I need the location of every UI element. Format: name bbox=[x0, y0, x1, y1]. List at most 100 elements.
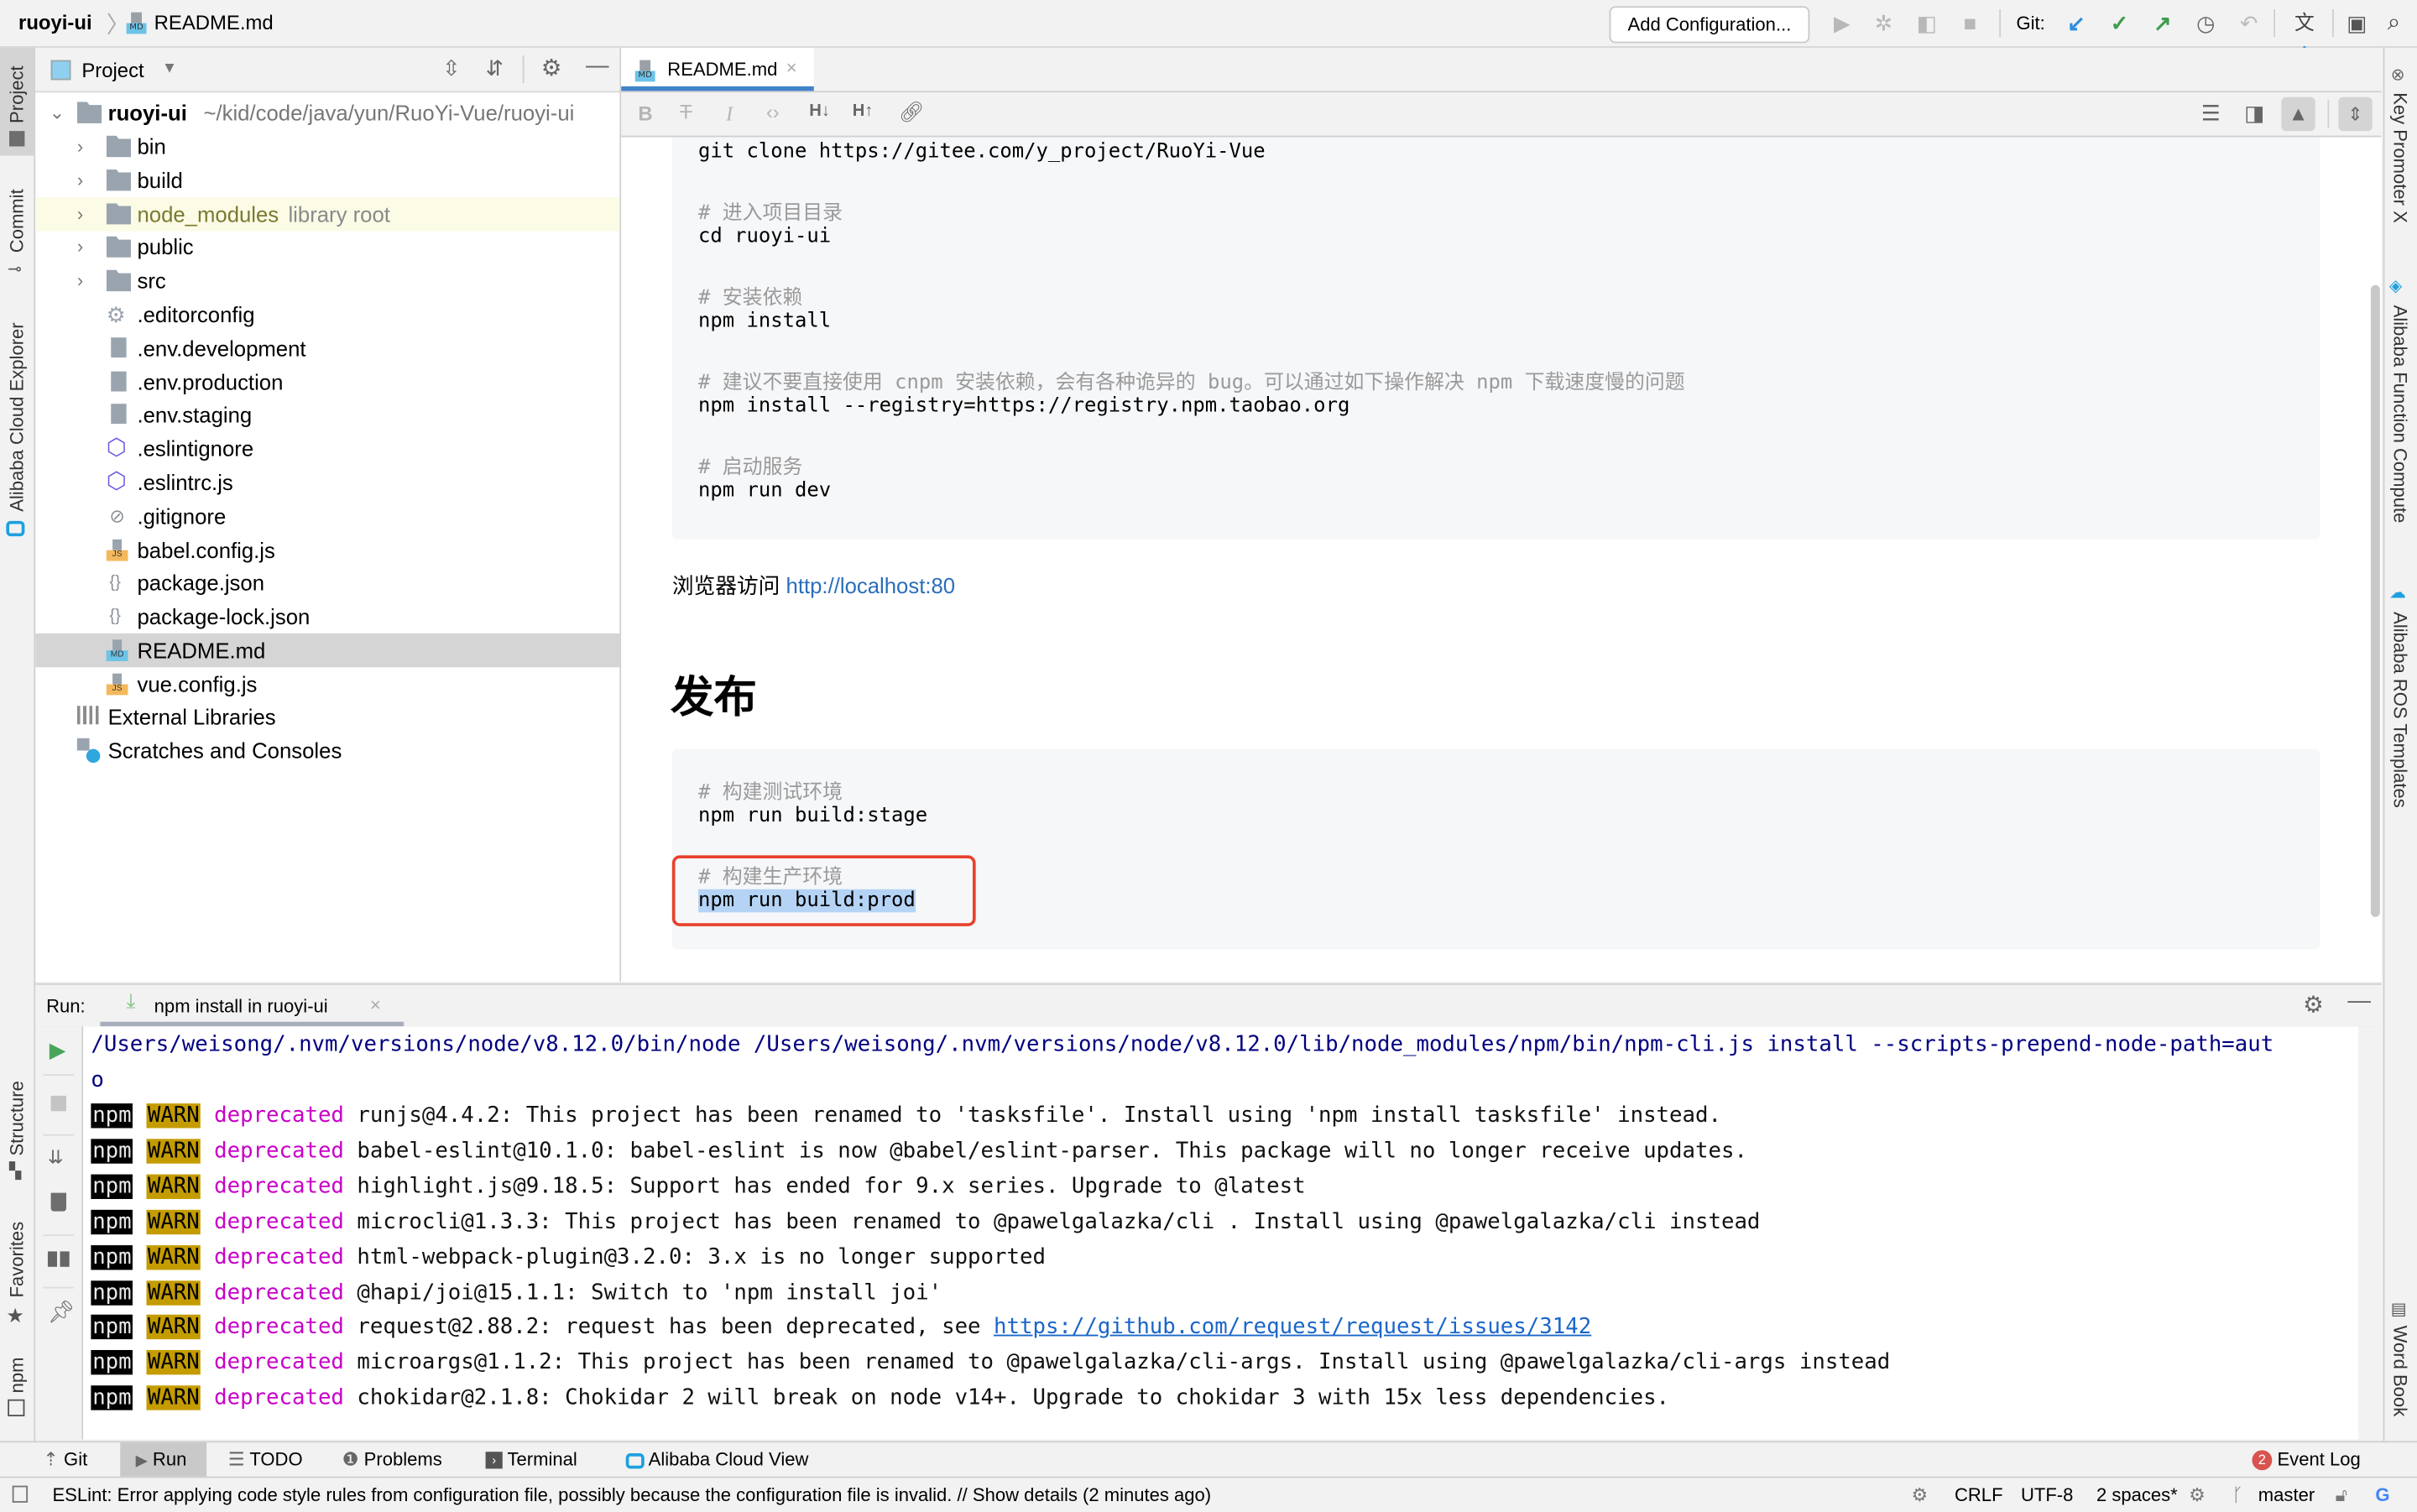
git-update-icon[interactable]: ↙ bbox=[2063, 9, 2091, 37]
git-commit-icon[interactable]: ✓ bbox=[2106, 9, 2133, 37]
scroll-to-end-icon[interactable]: ⇊ bbox=[48, 1147, 63, 1169]
tool-window-run[interactable]: ▶ Run bbox=[120, 1442, 207, 1477]
close-icon[interactable]: × bbox=[370, 994, 381, 1016]
git-branch[interactable]: master bbox=[2258, 1478, 2315, 1511]
chevron-down-icon[interactable]: ⌄ bbox=[50, 96, 65, 129]
tool-window-alibaba-cloud-view[interactable]: Alibaba Cloud View bbox=[625, 1442, 808, 1476]
indent-setting[interactable]: 2 spaces* bbox=[2096, 1478, 2178, 1511]
trash-icon[interactable] bbox=[50, 1192, 66, 1212]
file-encoding[interactable]: UTF-8 bbox=[2021, 1478, 2073, 1511]
localhost-link[interactable]: http://localhost:80 bbox=[786, 573, 956, 597]
chevron-down-icon[interactable]: ▼ bbox=[162, 60, 177, 77]
tree-item[interactable]: {} package-lock.json bbox=[35, 600, 619, 633]
tool-window-event-log[interactable]: 2 Event Log bbox=[2252, 1442, 2361, 1476]
tab-readme[interactable]: MD README.md × bbox=[621, 47, 814, 91]
tree-item[interactable]: ⊘ .gitignore bbox=[35, 499, 619, 533]
chevron-right-icon[interactable]: › bbox=[77, 263, 83, 297]
chevron-right-icon[interactable]: › bbox=[77, 163, 83, 196]
inspection-icon[interactable]: ⚙ bbox=[1912, 1478, 1929, 1511]
strip-tab-alibaba-cloud-explorer[interactable]: Alibaba Cloud Explorer bbox=[6, 322, 28, 511]
console-scrollbar[interactable] bbox=[2358, 1026, 2382, 1440]
expand-all-icon[interactable]: ⇳ bbox=[442, 55, 461, 81]
strip-tab-ros-templates[interactable]: Alibaba ROS Templates bbox=[2389, 612, 2411, 808]
project-view-title[interactable]: Project bbox=[81, 59, 144, 82]
bold-icon[interactable]: B bbox=[638, 102, 652, 125]
chevron-right-icon[interactable]: › bbox=[77, 129, 83, 163]
tree-item[interactable]: .env.staging bbox=[35, 399, 619, 432]
sync-scroll-icon[interactable]: ⇕ bbox=[2338, 96, 2373, 132]
split-view-icon[interactable]: ◨ bbox=[2244, 100, 2264, 126]
git-rollback-icon[interactable]: ↶ bbox=[2235, 9, 2263, 37]
tool-window-terminal[interactable]: › Terminal bbox=[485, 1442, 577, 1476]
run-with-coverage-icon[interactable]: ◧ bbox=[1913, 9, 1940, 37]
strip-tab-commit[interactable]: Commit bbox=[6, 189, 28, 253]
translate-icon[interactable]: 文A bbox=[2290, 9, 2318, 62]
tree-item[interactable]: ⚙ .editorconfig bbox=[35, 297, 619, 331]
tree-item[interactable]: › public bbox=[35, 230, 619, 263]
editor-only-icon[interactable]: ☰ bbox=[2201, 100, 2221, 126]
preview-scrollbar-thumb[interactable] bbox=[2370, 284, 2380, 917]
run-anything-icon[interactable]: ▣ bbox=[2343, 9, 2371, 37]
strip-tab-favorites[interactable]: Favorites bbox=[6, 1222, 28, 1298]
italic-icon[interactable]: I bbox=[726, 102, 733, 126]
status-message[interactable]: ESLint: Error applying code style rules … bbox=[52, 1478, 1211, 1511]
run-console[interactable]: /Users/weisong/.nvm/versions/node/v8.12.… bbox=[83, 1026, 2359, 1440]
tree-root[interactable]: ⌄ ruoyi-ui ~/kid/code/java/yun/RuoYi-Vue… bbox=[35, 96, 619, 129]
strip-tab-key-promoter[interactable]: Key Promoter X bbox=[2389, 92, 2411, 223]
tree-item[interactable]: .env.production bbox=[35, 365, 619, 399]
hide-icon[interactable]: — bbox=[586, 52, 609, 78]
tree-item[interactable]: JS vue.config.js bbox=[35, 667, 619, 701]
link-icon[interactable]: 🔗︎ bbox=[899, 100, 924, 124]
code-icon[interactable]: ‹› bbox=[766, 100, 780, 123]
chevron-right-icon[interactable]: › bbox=[77, 230, 83, 263]
strip-tab-function-compute[interactable]: Alibaba Function Compute bbox=[2389, 305, 2411, 524]
lock-icon[interactable]: 🔓︎ bbox=[2336, 1478, 2347, 1511]
layout-icon[interactable] bbox=[47, 1251, 70, 1267]
line-separator[interactable]: CRLF bbox=[1955, 1478, 2003, 1511]
gear-icon[interactable]: ⚙ bbox=[2303, 991, 2324, 1019]
breadcrumb-file[interactable]: README.md bbox=[154, 11, 274, 34]
run-tab[interactable]: ⤓ npm install in ruoyi-ui × bbox=[100, 985, 405, 1027]
stop-icon[interactable] bbox=[50, 1095, 66, 1112]
run-icon[interactable]: ▶ bbox=[1828, 9, 1856, 37]
tool-window-todo[interactable]: ☰ TODO bbox=[228, 1442, 303, 1476]
toggle-tool-windows-icon[interactable] bbox=[12, 1485, 29, 1503]
tree-item[interactable]: .env.development bbox=[35, 331, 619, 365]
git-history-icon[interactable]: ◷ bbox=[2192, 9, 2220, 37]
debug-icon[interactable]: ✲ bbox=[1870, 9, 1898, 37]
close-icon[interactable]: × bbox=[786, 57, 797, 79]
google-icon[interactable]: G bbox=[2375, 1478, 2389, 1511]
stop-icon[interactable]: ■ bbox=[1956, 9, 1984, 37]
tree-item[interactable]: ⬡ .eslintrc.js bbox=[35, 466, 619, 499]
tree-item[interactable]: › bin bbox=[35, 129, 619, 163]
collapse-all-icon[interactable]: ⇵ bbox=[486, 55, 504, 81]
tree-item[interactable]: JS babel.config.js bbox=[35, 533, 619, 566]
tree-scratches[interactable]: Scratches and Consoles bbox=[35, 733, 619, 767]
tool-window-git[interactable]: ⇡ Git bbox=[43, 1442, 111, 1476]
heading-increase-icon[interactable]: H↑ bbox=[853, 102, 874, 120]
search-icon[interactable]: ⌕ bbox=[2380, 9, 2408, 37]
tree-external-libraries[interactable]: External Libraries bbox=[35, 700, 619, 733]
strikethrough-icon[interactable]: T bbox=[680, 100, 692, 123]
tree-item[interactable]: MD README.md bbox=[35, 633, 620, 668]
preview-only-icon[interactable]: ▲ bbox=[2281, 96, 2315, 132]
strip-tab-structure[interactable]: Structure bbox=[6, 1081, 28, 1155]
tree-item[interactable]: {} package.json bbox=[35, 566, 619, 600]
console-link[interactable]: https://github.com/request/request/issue… bbox=[994, 1315, 1591, 1339]
tree-item[interactable]: › build bbox=[35, 163, 619, 196]
tree-item[interactable]: › src bbox=[35, 263, 619, 297]
pin-icon[interactable]: 📌︎ bbox=[48, 1299, 76, 1325]
heading-decrease-icon[interactable]: H↓ bbox=[809, 102, 830, 120]
gear-icon[interactable]: ⚙ bbox=[541, 54, 562, 81]
rerun-icon[interactable]: ▶ bbox=[50, 1037, 66, 1063]
tool-window-problems[interactable]: ❶ Problems bbox=[342, 1442, 442, 1476]
chevron-right-icon[interactable]: › bbox=[77, 196, 83, 230]
strip-tab-word-book[interactable]: Word Book bbox=[2389, 1326, 2411, 1417]
strip-tab-project[interactable]: Project bbox=[6, 65, 28, 123]
tree-item[interactable]: ⬡ .eslintignore bbox=[35, 432, 619, 466]
hide-icon[interactable]: — bbox=[2347, 988, 2371, 1014]
add-configuration-button[interactable]: Add Configuration... bbox=[1609, 6, 1810, 44]
git-push-icon[interactable]: ↗ bbox=[2148, 9, 2176, 37]
strip-tab-npm[interactable]: npm bbox=[6, 1358, 28, 1394]
breadcrumb-project[interactable]: ruoyi-ui bbox=[18, 11, 92, 34]
